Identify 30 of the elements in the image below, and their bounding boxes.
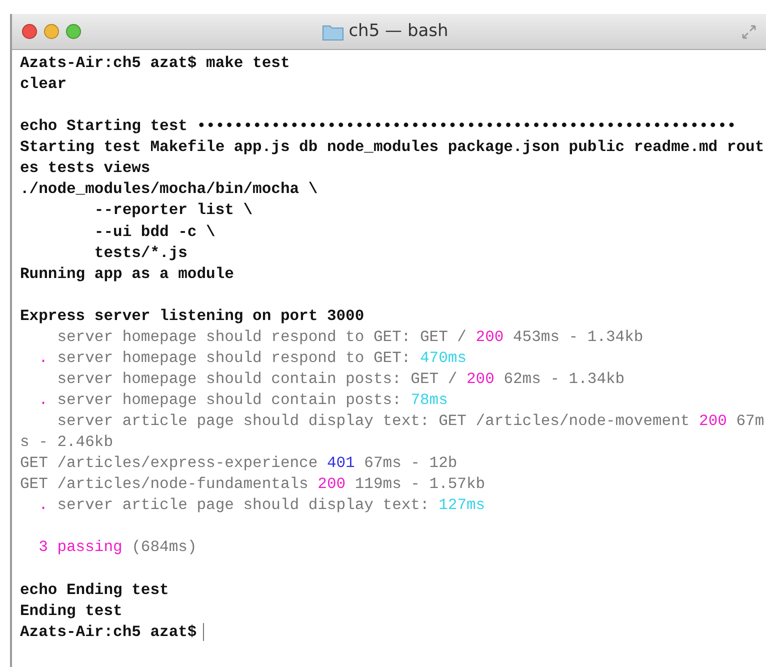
terminal-line: tests/*.js [93, 242, 188, 264]
minimize-button[interactable] [44, 24, 59, 39]
terminal-line: . server homepage should contain posts: 78ms [38, 390, 448, 411]
terminal-line: echo Starting test •••••••••••••••••••••••••••••••••••••••••••••••••••••••••• [20, 116, 736, 138]
terminal-line: echo Ending test [20, 580, 169, 601]
terminal-line: Azats-Air:ch5 azat$ make test [20, 53, 290, 74]
terminal-line: --ui bdd -c \ [93, 222, 216, 242]
terminal-line: server homepage should respond to GET: GET / 200 453ms - 1.34kb [56, 326, 644, 348]
terminal-line: clear [20, 74, 67, 96]
terminal-line: Ending test [20, 600, 122, 622]
window-title: ch5 — bash [348, 20, 448, 43]
terminal-line: es tests views [20, 158, 150, 180]
terminal-line: GET /articles/express-experience 401 67ms - 12b [20, 453, 458, 474]
terminal-line: GET /articles/node-fundamentals 200 119ms - 1.57kb [20, 474, 486, 496]
zoom-button[interactable] [66, 24, 81, 39]
terminal-line: ./node_modules/mocha/bin/mocha \ [20, 179, 318, 200]
terminal-line: server homepage should contain posts: GET / 200 62ms - 1.34kb [56, 368, 625, 390]
terminal-line: Running app as a module [20, 264, 234, 285]
close-button[interactable] [22, 24, 37, 39]
terminal-line: . server article page should display text: 127ms [38, 495, 486, 516]
terminal-line: Starting test Makefile app.js db node_modules package.json public readme.md rout [20, 137, 764, 158]
terminal-line: s - 2.46kb [20, 432, 114, 454]
fullscreen-icon[interactable] [742, 24, 756, 38]
terminal-line: Express server listening on port 3000 [20, 306, 364, 327]
terminal-line: . server homepage should respond to GET: 470ms [38, 348, 466, 369]
terminal-line: server article page should display text: GET /articles/node-movement 200 67m [56, 411, 764, 432]
terminal-line: 3 passing (684ms) [38, 537, 197, 558]
terminal-line: Azats-Air:ch5 azat$ [20, 622, 197, 643]
terminal-line: --reporter list \ [93, 200, 253, 222]
folder-icon [322, 22, 344, 40]
